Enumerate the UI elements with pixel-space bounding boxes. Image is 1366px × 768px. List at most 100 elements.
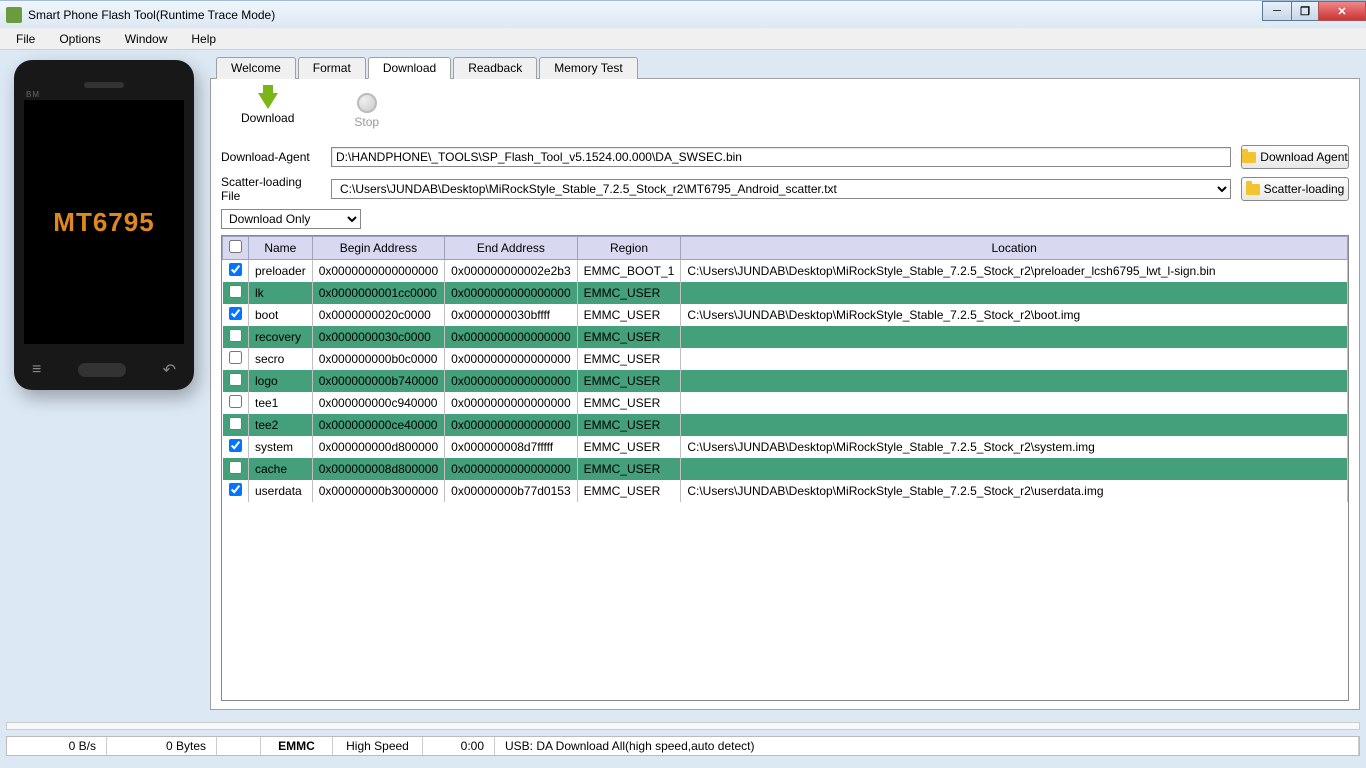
- phone-back-icon: ↶: [163, 360, 176, 380]
- cell-end: 0x000000000002e2b3: [445, 260, 577, 283]
- table-row[interactable]: cache0x000000008d8000000x000000000000000…: [223, 458, 1348, 480]
- partition-table-wrap: Name Begin Address End Address Region Lo…: [221, 235, 1349, 701]
- cell-name: tee1: [249, 392, 313, 414]
- cell-name: preloader: [249, 260, 313, 283]
- phone-navbar: ≡ ↶: [32, 360, 176, 380]
- row-checkbox[interactable]: [229, 461, 242, 474]
- cell-location: C:\Users\JUNDAB\Desktop\MiRockStyle_Stab…: [681, 436, 1348, 458]
- table-row[interactable]: system0x000000000d8000000x000000008d7fff…: [223, 436, 1348, 458]
- download-mode-select[interactable]: Download Only: [221, 209, 361, 229]
- cell-begin: 0x0000000020c0000: [312, 304, 444, 326]
- status-bytes: 0 Bytes: [107, 737, 217, 755]
- cell-begin: 0x000000000d800000: [312, 436, 444, 458]
- row-check: [223, 326, 249, 348]
- col-location[interactable]: Location: [681, 237, 1348, 260]
- window-title: Smart Phone Flash Tool(Runtime Trace Mod…: [28, 8, 275, 22]
- col-begin[interactable]: Begin Address: [312, 237, 444, 260]
- tab-welcome[interactable]: Welcome: [216, 57, 296, 79]
- row-check: [223, 480, 249, 502]
- cell-location: [681, 392, 1348, 414]
- phone-brand: BM: [26, 90, 40, 99]
- row-checkbox[interactable]: [229, 263, 242, 276]
- stop-button[interactable]: Stop: [354, 93, 379, 129]
- table-row[interactable]: secro0x000000000b0c00000x000000000000000…: [223, 348, 1348, 370]
- table-row[interactable]: recovery0x0000000030c00000x0000000000000…: [223, 326, 1348, 348]
- cell-begin: 0x0000000030c0000: [312, 326, 444, 348]
- menu-help[interactable]: Help: [181, 30, 226, 48]
- table-row[interactable]: boot0x0000000020c00000x0000000030bffffEM…: [223, 304, 1348, 326]
- row-checkbox[interactable]: [229, 307, 242, 320]
- table-row[interactable]: userdata0x00000000b30000000x00000000b77d…: [223, 480, 1348, 502]
- row-checkbox[interactable]: [229, 373, 242, 386]
- minimize-button[interactable]: ─: [1262, 1, 1292, 21]
- scatter-row: Scatter-loading File C:\Users\JUNDAB\Des…: [221, 175, 1349, 203]
- cell-end: 0x0000000000000000: [445, 370, 577, 392]
- menu-window[interactable]: Window: [115, 30, 178, 48]
- close-button[interactable]: ✕: [1318, 1, 1366, 21]
- table-row[interactable]: logo0x000000000b7400000x0000000000000000…: [223, 370, 1348, 392]
- toolbar: Download Stop: [221, 87, 1349, 139]
- status-speed: 0 B/s: [7, 737, 107, 755]
- cell-begin: 0x0000000001cc0000: [312, 282, 444, 304]
- row-check: [223, 282, 249, 304]
- cell-begin: 0x000000000b0c0000: [312, 348, 444, 370]
- tab-readback[interactable]: Readback: [453, 57, 537, 79]
- check-all[interactable]: [229, 240, 242, 253]
- phone-panel: BM MT6795 ≡ ↶: [6, 56, 202, 710]
- row-checkbox[interactable]: [229, 329, 242, 342]
- row-checkbox[interactable]: [229, 439, 242, 452]
- col-name[interactable]: Name: [249, 237, 313, 260]
- right-panel: Welcome Format Download Readback Memory …: [210, 56, 1360, 710]
- status-blank1: [217, 737, 261, 755]
- cell-name: cache: [249, 458, 313, 480]
- menu-options[interactable]: Options: [49, 30, 110, 48]
- row-checkbox[interactable]: [229, 351, 242, 364]
- app-icon: [6, 7, 22, 23]
- phone-graphic: BM MT6795 ≡ ↶: [14, 60, 194, 390]
- row-checkbox[interactable]: [229, 417, 242, 430]
- cell-region: EMMC_USER: [577, 348, 681, 370]
- row-check: [223, 414, 249, 436]
- cell-location: [681, 326, 1348, 348]
- table-row[interactable]: preloader0x00000000000000000x00000000000…: [223, 260, 1348, 283]
- download-agent-button[interactable]: Download Agent: [1241, 145, 1349, 169]
- cell-begin: 0x000000000b740000: [312, 370, 444, 392]
- da-input[interactable]: [331, 147, 1231, 167]
- main-content: BM MT6795 ≡ ↶ Welcome Format Download Re…: [0, 50, 1366, 716]
- cell-end: 0x00000000b77d0153: [445, 480, 577, 502]
- folder-icon: [1242, 152, 1256, 163]
- cell-name: boot: [249, 304, 313, 326]
- cell-location: [681, 282, 1348, 304]
- phone-chip-label: MT6795: [53, 207, 154, 238]
- scatter-loading-button[interactable]: Scatter-loading: [1241, 177, 1349, 201]
- col-region[interactable]: Region: [577, 237, 681, 260]
- row-checkbox[interactable]: [229, 483, 242, 496]
- col-end[interactable]: End Address: [445, 237, 577, 260]
- tab-memory-test[interactable]: Memory Test: [539, 57, 637, 79]
- cell-name: recovery: [249, 326, 313, 348]
- download-button[interactable]: Download: [241, 93, 294, 129]
- cell-end: 0x0000000000000000: [445, 392, 577, 414]
- cell-begin: 0x00000000b3000000: [312, 480, 444, 502]
- menu-file[interactable]: File: [6, 30, 45, 48]
- tab-format[interactable]: Format: [298, 57, 366, 79]
- row-checkbox[interactable]: [229, 395, 242, 408]
- status-storage: EMMC: [261, 737, 333, 755]
- scatter-select[interactable]: C:\Users\JUNDAB\Desktop\MiRockStyle_Stab…: [331, 179, 1231, 199]
- cell-end: 0x0000000000000000: [445, 282, 577, 304]
- cell-region: EMMC_USER: [577, 392, 681, 414]
- table-row[interactable]: lk0x0000000001cc00000x0000000000000000EM…: [223, 282, 1348, 304]
- table-row[interactable]: tee20x000000000ce400000x0000000000000000…: [223, 414, 1348, 436]
- cell-region: EMMC_USER: [577, 282, 681, 304]
- cell-begin: 0x000000008d800000: [312, 458, 444, 480]
- row-checkbox[interactable]: [229, 285, 242, 298]
- table-row[interactable]: tee10x000000000c9400000x0000000000000000…: [223, 392, 1348, 414]
- restore-button[interactable]: ❐: [1291, 1, 1319, 21]
- tab-bar: Welcome Format Download Readback Memory …: [210, 56, 1360, 78]
- cell-location: [681, 348, 1348, 370]
- phone-screen: MT6795: [24, 100, 184, 344]
- tab-download[interactable]: Download: [368, 57, 451, 79]
- mode-row: Download Only: [221, 209, 1349, 229]
- cell-region: EMMC_USER: [577, 326, 681, 348]
- tab-content: Download Stop Download-Agent Download Ag…: [210, 78, 1360, 710]
